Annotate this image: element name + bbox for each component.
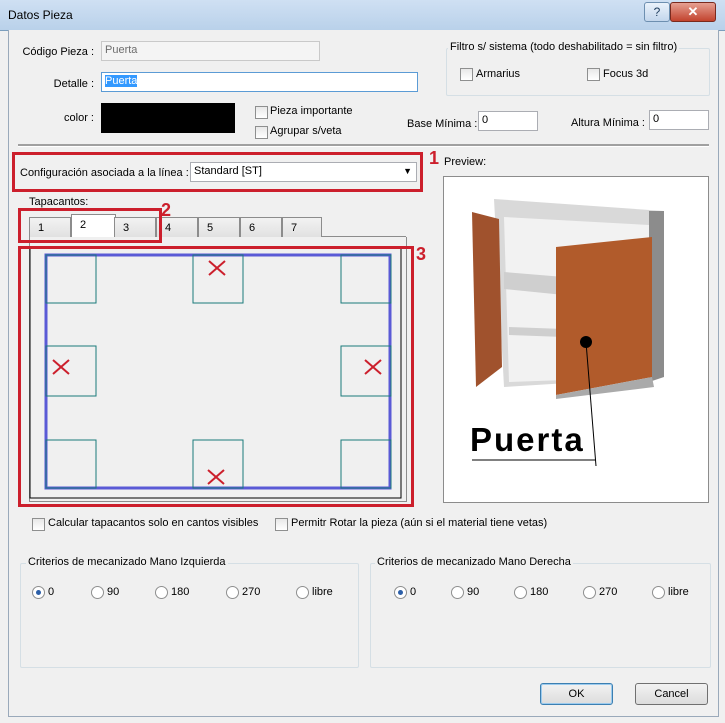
der-radio-90-label: 90 [467,586,480,598]
der-radio-180[interactable] [514,586,527,599]
focus-checkbox[interactable] [587,68,600,81]
calcular-label: Calcular tapacantos solo en cantos visib… [48,517,259,529]
close-button[interactable]: ✕ [670,2,716,22]
izq-radio-libre-label: libre [312,586,333,598]
base-input[interactable]: 0 [478,111,538,131]
codigo-input[interactable]: Puerta [101,41,320,61]
izq-radio-0-label: 0 [48,586,55,598]
tab-5[interactable]: 5 [198,217,240,237]
codigo-label: Código Pieza : [22,46,94,58]
izquierda-title: Criterios de mecanizado Mano Izquierda [26,556,228,568]
right-door [556,237,652,395]
permitir-label: Permitr Rotar la pieza (aún si el materi… [291,517,548,529]
izq-radio-270[interactable] [226,586,239,599]
izq-radio-270-label: 270 [242,586,261,598]
agrupar-checkbox[interactable] [255,126,268,139]
preview-caption: Puerta [470,421,585,458]
title-bar [0,0,725,31]
izq-radio-90-label: 90 [107,586,120,598]
altura-input[interactable]: 0 [649,110,709,130]
detalle-label: Detalle : [53,78,94,90]
der-radio-0[interactable] [394,586,407,599]
der-radio-270[interactable] [583,586,596,599]
help-button[interactable]: ? [644,2,670,22]
izq-radio-180[interactable] [155,586,168,599]
ok-button[interactable]: OK [540,683,613,705]
altura-label: Altura Mínima : [571,117,645,129]
izquierda-group [20,563,359,668]
permitir-checkbox[interactable] [275,518,288,531]
izq-radio-libre[interactable] [296,586,309,599]
armarius-checkbox[interactable] [460,68,473,81]
base-label: Base Mínima : [407,118,478,130]
left-door [472,212,502,387]
der-radio-90[interactable] [451,586,464,599]
derecha-group [370,563,711,668]
der-radio-libre[interactable] [652,586,665,599]
color-label: color : [64,112,94,124]
izq-radio-180-label: 180 [171,586,190,598]
derecha-title: Criterios de mecanizado Mano Derecha [375,556,573,568]
cancel-button[interactable]: Cancel [635,683,708,705]
window-title: Datos Pieza [8,8,73,22]
annotation-box-2 [18,208,162,243]
izq-radio-90[interactable] [91,586,104,599]
armarius-label: Armarius [476,68,521,80]
focus-label: Focus 3d [603,68,649,80]
agrupar-label: Agrupar s/veta [270,125,342,137]
filtro-title: Filtro s/ sistema (todo deshabilitado = … [448,41,680,53]
annotation-box-3 [18,246,414,507]
annotation-label-3: 3 [416,244,427,264]
annotation-box-1 [12,152,423,192]
tapacantos-label: Tapacantos: [29,196,89,208]
detalle-selected-text: Puerta [105,75,138,87]
der-radio-libre-label: libre [668,586,689,598]
der-radio-0-label: 0 [410,586,417,598]
preview-label: Preview: [444,156,487,168]
annotation-label-1: 1 [429,148,440,168]
separator [18,144,709,147]
pieza-importante-label: Pieza importante [270,105,353,117]
detalle-input[interactable]: Puerta [101,72,418,92]
tab-6[interactable]: 6 [240,217,282,237]
pieza-importante-checkbox[interactable] [255,106,268,119]
der-radio-180-label: 180 [530,586,549,598]
izq-radio-0[interactable] [32,586,45,599]
color-swatch[interactable] [101,103,235,133]
tab-7[interactable]: 7 [282,217,322,237]
annotation-label-2: 2 [161,200,172,220]
calcular-checkbox[interactable] [32,518,45,531]
der-radio-270-label: 270 [599,586,618,598]
